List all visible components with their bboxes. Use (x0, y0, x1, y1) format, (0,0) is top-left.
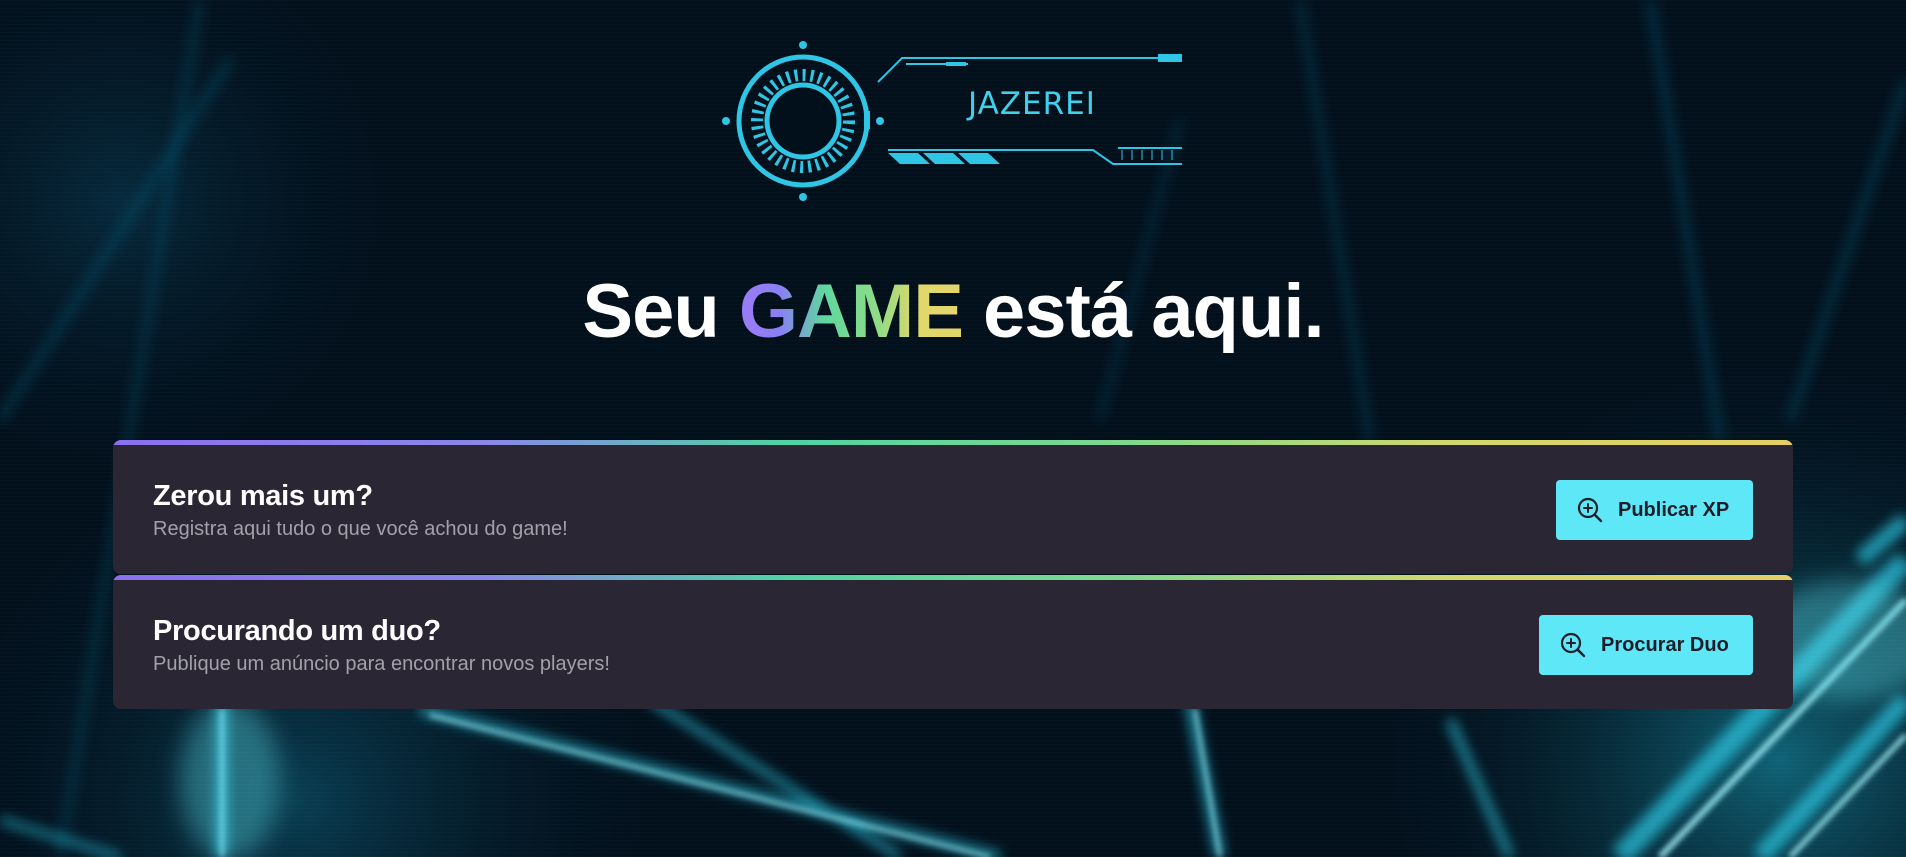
headline-prefix: Seu (582, 269, 739, 354)
find-duo-button[interactable]: Procurar Duo (1539, 615, 1753, 675)
card-description: Registra aqui tudo o que você achou do g… (153, 518, 568, 540)
card-title: Zerou mais um? (153, 480, 373, 512)
headline-highlight: GAME (738, 269, 964, 354)
card-title: Procurando um duo? (153, 615, 441, 647)
logo-emblem-icon (722, 41, 1182, 201)
magnifying-glass-plus-icon (1560, 632, 1586, 658)
publish-xp-label: Publicar XP (1618, 498, 1730, 521)
page-headline: Seu GAME está aqui. (0, 268, 1906, 355)
find-duo-label: Procurar Duo (1601, 633, 1729, 656)
magnifying-glass-plus-icon (1577, 497, 1603, 523)
logo (718, 36, 1188, 206)
card-description: Publique um anúncio para encontrar novos… (153, 653, 610, 675)
find-duo-card: Procurando um duo? Publique um anúncio p… (113, 575, 1793, 709)
page-content: JAZEREI Seu GAME está aqui. Zerou mais u… (0, 0, 1906, 857)
logo-text: JAZEREI (968, 86, 1096, 122)
publish-xp-button[interactable]: Publicar XP (1556, 480, 1753, 540)
publish-xp-card: Zerou mais um? Registra aqui tudo o que … (113, 440, 1793, 574)
headline-suffix: está aqui. (962, 269, 1325, 354)
